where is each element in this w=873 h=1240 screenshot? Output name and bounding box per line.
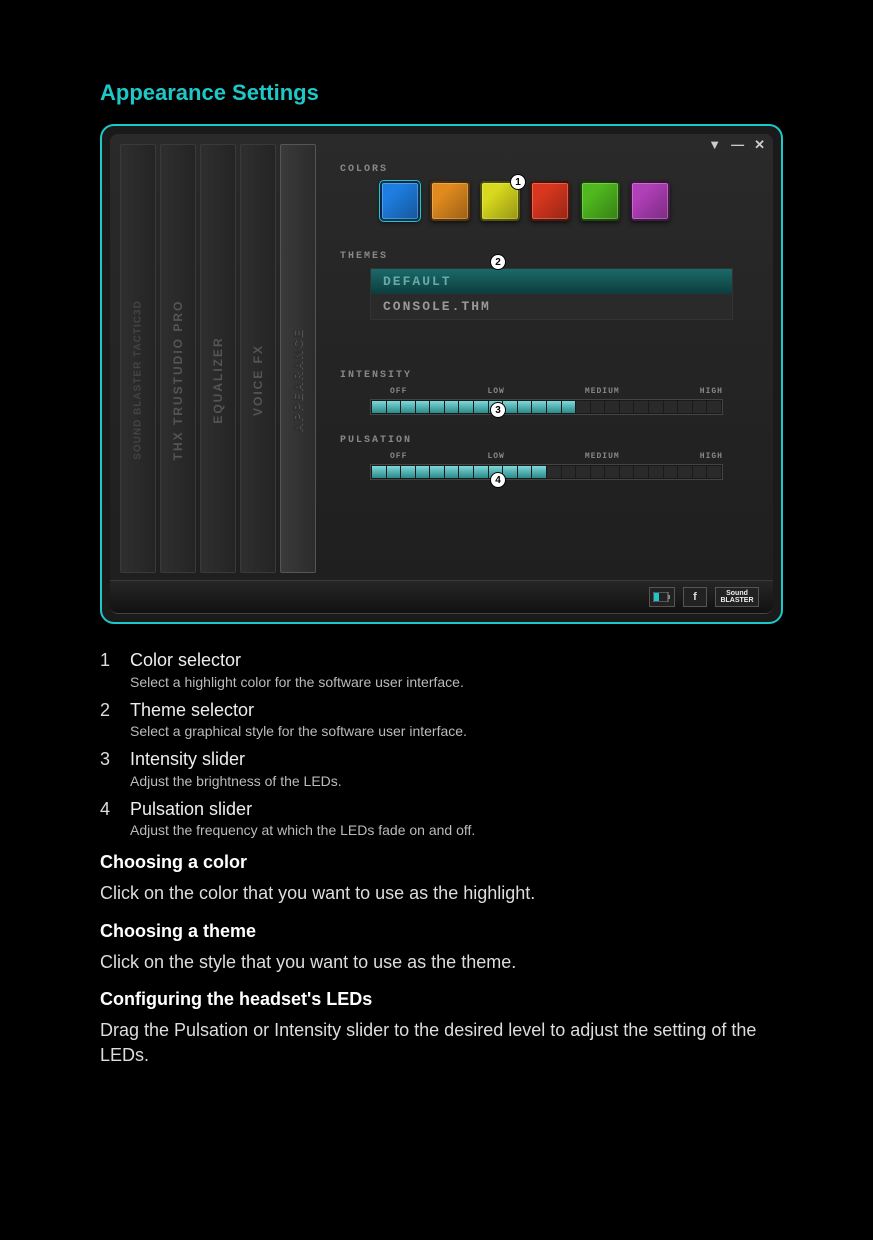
app-window: ▼ — ✕ Sound Blaster Tactic3D THX TruStudi…: [100, 124, 783, 624]
legend-desc: Adjust the frequency at which the LEDs f…: [130, 822, 475, 838]
intensity-label: Intensity: [340, 370, 753, 381]
legend-number: 1: [100, 650, 114, 690]
subheading: Choosing a theme: [100, 921, 783, 942]
callout-3: 3: [490, 402, 506, 418]
tab-label: Appearance: [291, 328, 305, 432]
color-swatch-orange[interactable]: [430, 181, 470, 221]
legend-row: 1 Color selector Select a highlight color …: [100, 650, 783, 690]
theme-list: DefaultConsole.thm: [370, 268, 733, 320]
theme-item[interactable]: Console.thm: [371, 294, 732, 319]
legend-title: Pulsation slider: [130, 799, 475, 821]
tab-voice[interactable]: Voice FX: [240, 144, 276, 573]
tab-logo[interactable]: Sound Blaster Tactic3D: [120, 144, 156, 573]
tab-label: Sound Blaster Tactic3D: [133, 300, 144, 460]
intensity-slider[interactable]: [370, 399, 723, 415]
tab-eq[interactable]: Equalizer: [200, 144, 236, 573]
legend-desc: Select a graphical style for the softwar…: [130, 723, 467, 739]
color-swatch-blue[interactable]: [380, 181, 420, 221]
color-swatches: [380, 181, 753, 221]
legend-title: Color selector: [130, 650, 464, 672]
color-swatch-red[interactable]: [530, 181, 570, 221]
legend-desc: Select a highlight color for the softwar…: [130, 674, 464, 690]
tab-app[interactable]: Appearance: [280, 144, 316, 573]
slider-tick: Off: [390, 387, 407, 396]
side-tabs: Sound Blaster Tactic3D THX TruStudio Pro E…: [120, 144, 316, 573]
close-icon[interactable]: ✕: [754, 138, 765, 151]
minimize-icon[interactable]: —: [731, 138, 744, 151]
tab-label: Equalizer: [211, 336, 225, 423]
legend-number: 4: [100, 799, 114, 839]
legend-number: 3: [100, 749, 114, 789]
color-swatch-green[interactable]: [580, 181, 620, 221]
tab-label: Voice FX: [251, 344, 265, 416]
pulsation-label: Pulsation: [340, 435, 753, 446]
colors-label: Colors: [340, 164, 753, 175]
color-swatch-purple[interactable]: [630, 181, 670, 221]
legend-title: Theme selector: [130, 700, 467, 722]
subheading: Configuring the headset's LEDs: [100, 989, 783, 1010]
legend-row: 4 Pulsation sliderAdjust the frequency at…: [100, 799, 783, 839]
callout-2: 2: [490, 254, 506, 270]
paragraph: Click on the color that you want to use …: [100, 881, 783, 906]
themes-label: Themes: [340, 251, 753, 262]
callout-1: 1: [510, 174, 526, 190]
callout-4: 4: [490, 472, 506, 488]
page-title: Appearance Settings: [100, 80, 783, 106]
legend-row: 3 Intensity slider Adjust the brightness o…: [100, 749, 783, 789]
slider-tick: Low: [487, 452, 504, 461]
window-controls: ▼ — ✕: [708, 138, 765, 151]
subheading: Choosing a color: [100, 852, 783, 873]
battery-icon: [649, 587, 675, 607]
slider-tick: Low: [487, 387, 504, 396]
legend-list: 1 Color selector Select a highlight color …: [100, 650, 783, 838]
soundblaster-logo: SoundBLASTER: [715, 587, 759, 607]
tab-thx[interactable]: THX TruStudio Pro: [160, 144, 196, 573]
tab-label: THX TruStudio Pro: [171, 300, 185, 461]
legend-number: 2: [100, 700, 114, 740]
slider-tick: Medium: [585, 452, 620, 461]
facebook-icon[interactable]: f: [683, 587, 707, 607]
pulsation-slider[interactable]: [370, 464, 723, 480]
theme-item[interactable]: Default: [371, 269, 732, 294]
legend-row: 2 Theme selectorSelect a graphical style …: [100, 700, 783, 740]
legend-title: Intensity slider: [130, 749, 342, 771]
paragraph: Click on the style that you want to use …: [100, 950, 783, 975]
statusbar-icons: f SoundBLASTER: [649, 587, 759, 607]
dropdown-icon[interactable]: ▼: [708, 138, 721, 151]
slider-tick: Off: [390, 452, 407, 461]
slider-tick: High: [700, 452, 723, 461]
paragraph: Drag the Pulsation or Intensity slider t…: [100, 1018, 783, 1068]
slider-tick: High: [700, 387, 723, 396]
slider-tick: Medium: [585, 387, 620, 396]
legend-desc: Adjust the brightness of the LEDs.: [130, 773, 342, 789]
